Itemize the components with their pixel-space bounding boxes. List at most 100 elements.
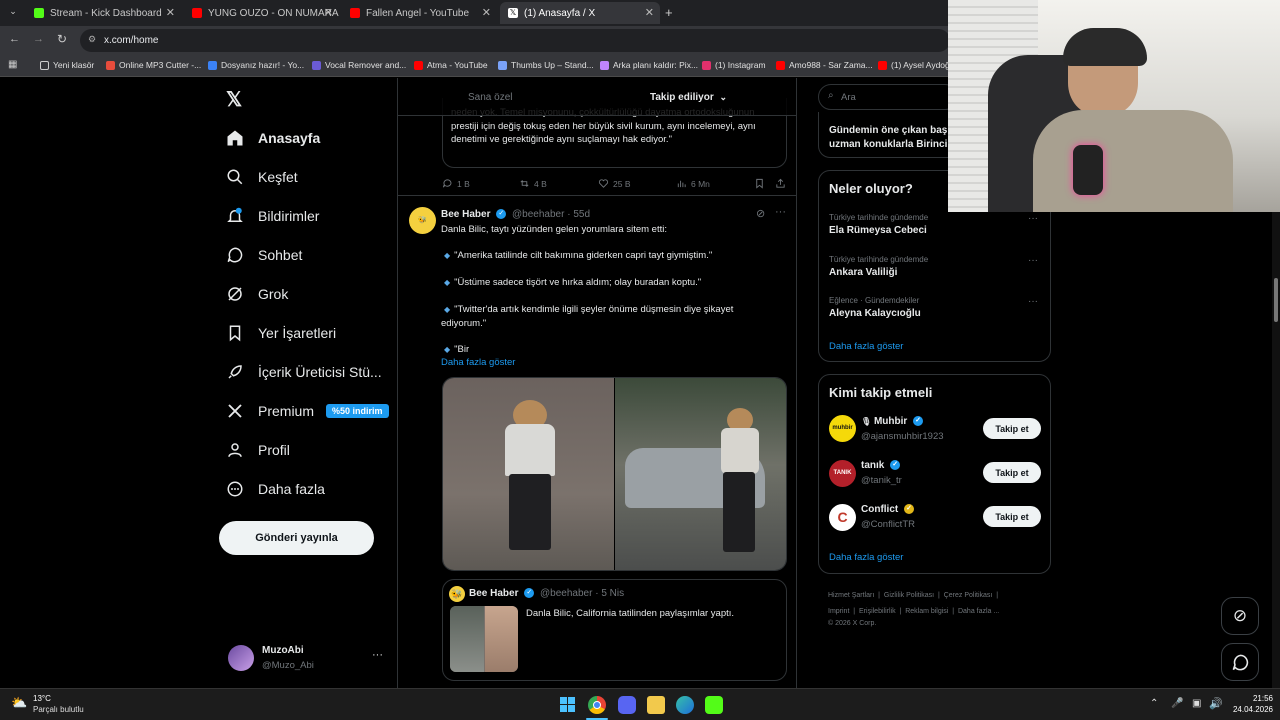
microphone-icon[interactable]: 🎤: [1171, 698, 1183, 709]
weather-temp[interactable]: 13°C: [33, 694, 51, 703]
more-dots-icon[interactable]: ···: [775, 206, 786, 218]
quoted-tweet-card[interactable]: 🐝 Bee Haber ✓ @beehaber · 5 Nis Danla Bi…: [442, 579, 787, 681]
weather-desc[interactable]: Parçalı bulutlu: [33, 705, 84, 714]
search-input[interactable]: ⌕ Ara: [818, 84, 958, 110]
close-icon[interactable]: ✕: [166, 6, 175, 19]
footer-link[interactable]: Gizlilik Politikası: [884, 592, 934, 599]
bookmark-item[interactable]: Atma - YouTube: [414, 60, 488, 70]
trend-item[interactable]: Eğlence · Gündemdekiler Aleyna Kalaycıoğ…: [829, 296, 1039, 319]
grok-icon[interactable]: ⊘: [756, 207, 765, 220]
more-dots-icon[interactable]: ···: [1028, 255, 1038, 266]
tab-fallen-angel[interactable]: Fallen Angel - YouTube ✕: [342, 2, 497, 24]
footer-link[interactable]: Daha fazla ...: [958, 608, 999, 615]
trend-item[interactable]: Türkiye tarihinde gündemde Ela Rümeysa C…: [829, 213, 1039, 236]
nav-premium[interactable]: Premium %50 indirim: [226, 398, 389, 424]
site-info-icon[interactable]: ⚙: [88, 34, 96, 45]
author-name[interactable]: Bee Haber: [441, 209, 490, 220]
bookmark-item[interactable]: (1) Aysel Aydoğ: [878, 60, 950, 70]
weather-icon[interactable]: ⛅: [11, 695, 27, 711]
follow-name-row[interactable]: tanık ✓: [861, 460, 901, 471]
bookmark-item[interactable]: (1) Instagram: [702, 60, 766, 70]
photo-right[interactable]: [615, 378, 786, 570]
url-field[interactable]: ⚙ x.com/home: [80, 29, 950, 52]
follow-button[interactable]: Takip et: [983, 418, 1041, 439]
bookmark-item[interactable]: Thumbs Up – Stand...: [498, 60, 594, 70]
nav-bookmarks[interactable]: Yer İşaretleri: [226, 320, 336, 346]
bookmark-item[interactable]: Arka planı kaldır: Pix...: [600, 60, 698, 70]
back-icon[interactable]: ←: [9, 33, 20, 45]
grok-icon[interactable]: ⊘: [1221, 597, 1259, 635]
footer-link[interactable]: Imprint: [828, 608, 849, 615]
close-icon[interactable]: ✕: [324, 6, 333, 19]
follow-name-row[interactable]: 🎙 Muhbir ✓: [861, 416, 924, 427]
reload-icon[interactable]: ↻: [57, 32, 67, 46]
show-more-link[interactable]: Daha fazla göster: [829, 341, 903, 352]
avatar[interactable]: C: [829, 504, 856, 531]
nav-profile[interactable]: Profil: [226, 437, 290, 463]
chevron-up-icon[interactable]: ⌃: [1150, 698, 1158, 709]
discord-icon[interactable]: [618, 696, 636, 714]
repost-button[interactable]: 4 B: [519, 178, 547, 189]
monitor-icon[interactable]: ▣: [1192, 698, 1201, 709]
messages-button[interactable]: [1221, 643, 1259, 681]
tweet-time[interactable]: 55d: [573, 209, 590, 220]
more-dots-icon[interactable]: ···: [1028, 213, 1038, 224]
account-switcher[interactable]: MuzoAbi @Muzo_Abi ···: [226, 643, 386, 675]
avatar[interactable]: muhbir: [829, 415, 856, 442]
clock-time[interactable]: 21:56: [1229, 694, 1273, 703]
views-button[interactable]: 6 Mn: [676, 178, 710, 189]
follow-handle[interactable]: @ConflictTR: [861, 519, 915, 530]
footer-link[interactable]: Hizmet Şartları: [828, 592, 874, 599]
share-button[interactable]: [775, 178, 790, 189]
tab-search-icon[interactable]: ⌄: [6, 6, 20, 20]
avatar[interactable]: TANIK: [829, 460, 856, 487]
tab-yung-ouzo[interactable]: YUNG OUZO - ON NUMARA - ✕: [184, 2, 339, 24]
follow-handle[interactable]: @ajansmuhbir1923: [861, 431, 944, 442]
trend-item[interactable]: Türkiye tarihinde gündemde Ankara Valili…: [829, 255, 1039, 278]
x-logo-icon[interactable]: 𝕏: [226, 87, 248, 111]
author-handle[interactable]: @beehaber: [512, 209, 564, 220]
show-more-link[interactable]: Daha fazla göster: [441, 357, 515, 368]
file-explorer-icon[interactable]: [647, 696, 665, 714]
tab-following[interactable]: Takip ediliyor ⌄: [650, 92, 727, 103]
nav-explore[interactable]: Keşfet: [226, 164, 298, 190]
nav-grok[interactable]: Grok: [226, 281, 288, 307]
nav-notifications[interactable]: Bildirimler: [226, 203, 319, 229]
scrollbar-thumb[interactable]: [1274, 278, 1278, 322]
avatar[interactable]: 🐝: [409, 207, 436, 234]
more-dots-icon[interactable]: ···: [372, 649, 383, 661]
tab-for-you[interactable]: Sana özel: [468, 92, 512, 103]
follow-name-row[interactable]: Conflict ✓: [861, 504, 914, 515]
photo-left[interactable]: [443, 378, 614, 570]
app-icon[interactable]: [705, 696, 723, 714]
reply-button[interactable]: 1 B: [442, 178, 470, 189]
bookmark-item[interactable]: Amo988 - Sar Zama...: [776, 60, 873, 70]
bookmark-button[interactable]: [754, 178, 769, 189]
bookmark-item[interactable]: Dosyanız hazır! - Yo...: [208, 60, 304, 70]
post-button[interactable]: Gönderi yayınla: [219, 521, 374, 555]
volume-icon[interactable]: 🔊: [1209, 697, 1223, 710]
nav-home[interactable]: Anasayfa: [226, 125, 320, 151]
close-icon[interactable]: ✕: [482, 6, 491, 19]
windows-start-icon[interactable]: [559, 696, 577, 714]
bookmark-item[interactable]: Vocal Remover and...: [312, 60, 406, 70]
more-dots-icon[interactable]: ···: [1028, 296, 1038, 307]
new-tab-icon[interactable]: +: [665, 5, 673, 20]
tab-kick[interactable]: Stream - Kick Dashboard ✕: [26, 2, 181, 24]
tweet-media[interactable]: [442, 377, 787, 571]
chrome-icon[interactable]: [588, 696, 606, 714]
nav-creator-studio[interactable]: İçerik Üreticisi Stü...: [226, 359, 382, 385]
tab-x-home[interactable]: 𝕏 (1) Anasayfa / X ✕: [500, 2, 660, 24]
footer-link[interactable]: Erişilebilirlik: [859, 608, 896, 615]
apps-grid-icon[interactable]: ▦: [8, 59, 17, 70]
nav-chat[interactable]: Sohbet: [226, 242, 302, 268]
footer-link[interactable]: Reklam bilgisi: [905, 608, 948, 615]
show-more-link[interactable]: Daha fazla göster: [829, 552, 903, 563]
follow-button[interactable]: Takip et: [983, 506, 1041, 527]
forward-icon[interactable]: →: [33, 33, 44, 45]
bookmark-item[interactable]: Yeni klasör: [40, 60, 94, 70]
clock-date[interactable]: 24.04.2026: [1224, 705, 1273, 714]
close-icon[interactable]: ✕: [645, 6, 654, 19]
follow-button[interactable]: Takip et: [983, 462, 1041, 483]
nav-more[interactable]: Daha fazla: [226, 476, 325, 502]
